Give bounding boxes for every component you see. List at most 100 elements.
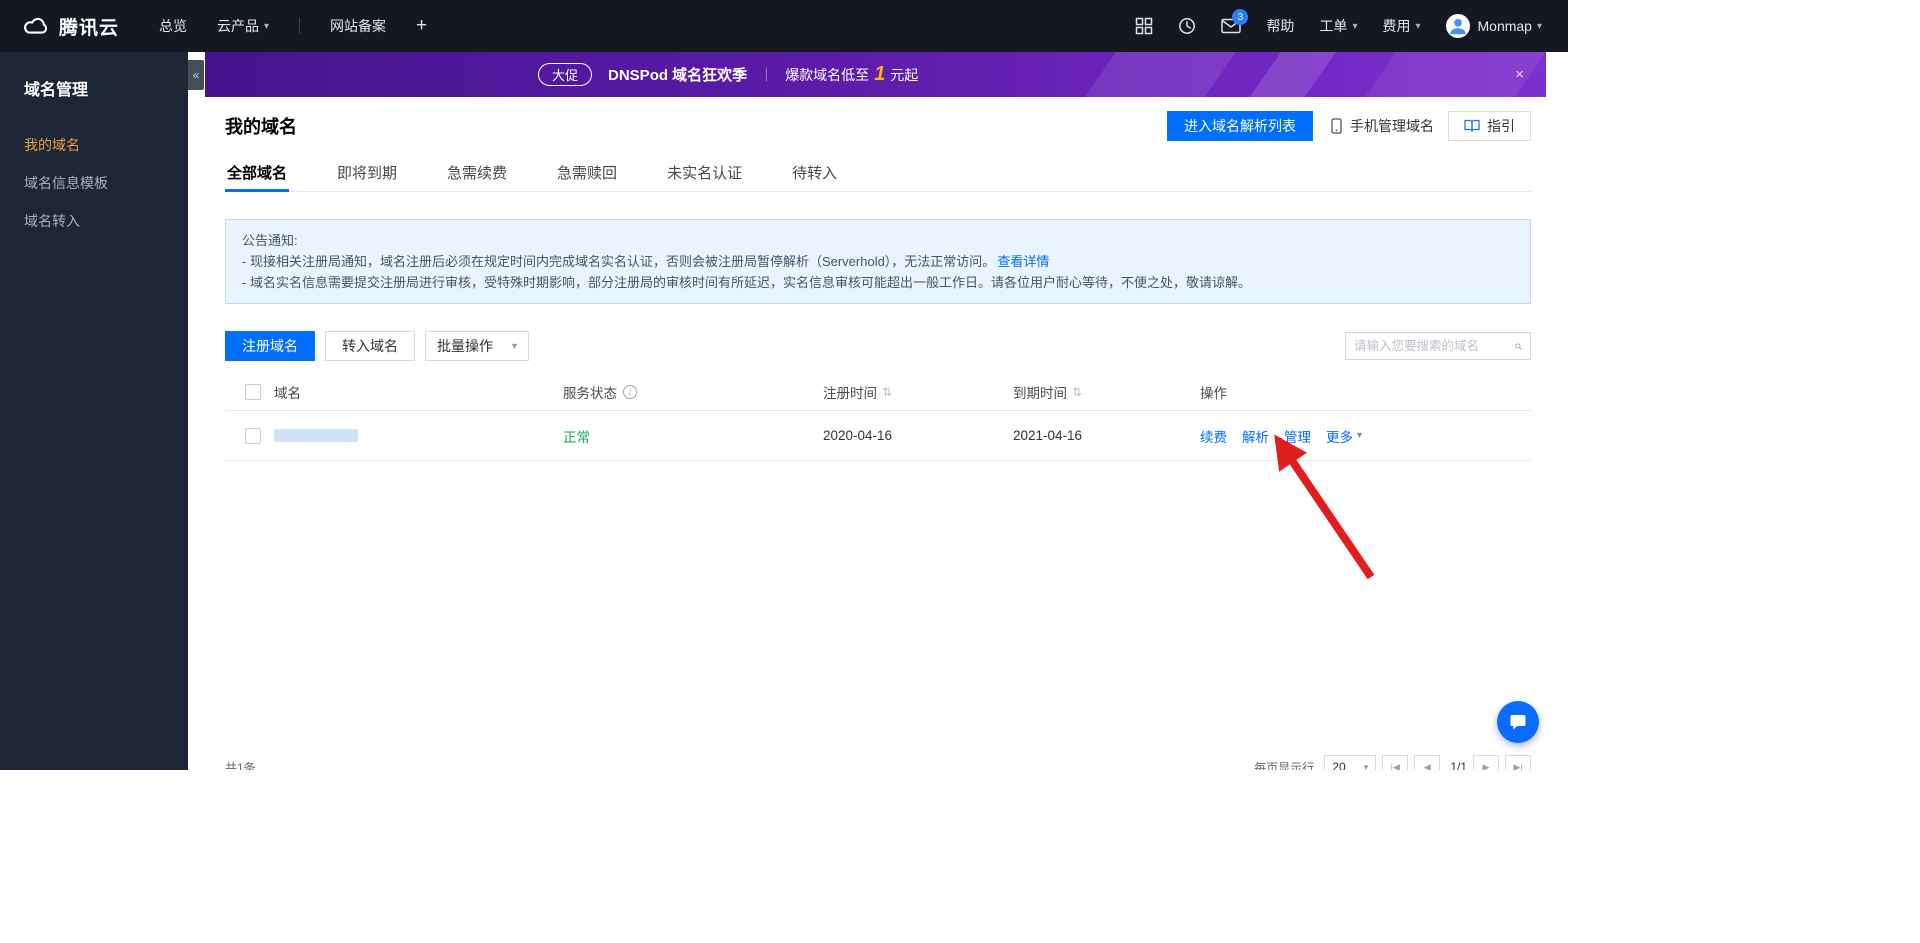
notice-title: 公告通知:: [242, 233, 298, 248]
banner-subtitle-suffix: 元起: [890, 66, 919, 83]
top-nav-menu: 总览 云产品 ▾ 网站备案 +: [159, 15, 451, 37]
per-page-value: 20: [1332, 760, 1346, 770]
chevron-down-icon: ▾: [1415, 20, 1421, 32]
banner-content[interactable]: 大促 DNSPod 域名狂欢季 ｜ 爆款域名低至 1 元起: [538, 52, 918, 97]
enter-dns-list-button[interactable]: 进入域名解析列表: [1167, 111, 1313, 141]
column-header-domain: 域名: [274, 386, 301, 401]
sidebar-title: 域名管理: [24, 82, 89, 99]
chevron-down-icon: ▾: [1352, 20, 1358, 32]
add-nav-tab-button[interactable]: +: [416, 15, 427, 37]
notice-line-2: - 域名实名信息需要提交注册局进行审核，受特殊时期影响，部分注册局的审核时间有所…: [242, 275, 1251, 290]
info-icon[interactable]: i: [623, 385, 637, 399]
nav-item-tickets[interactable]: 工单 ▾: [1319, 16, 1357, 36]
table-header-row: 域名 服务状态 i 注册时间 ⇅ 到期时间 ⇅ 操作: [225, 374, 1531, 411]
chat-bubble-icon: [1510, 715, 1526, 730]
batch-operations-label: 批量操作: [437, 338, 493, 354]
chevron-down-icon: ▾: [1363, 761, 1369, 771]
register-domain-button[interactable]: 注册域名: [225, 331, 315, 361]
more-label: 更多: [1326, 429, 1353, 445]
mobile-manage-label: 手机管理域名: [1350, 118, 1434, 134]
top-navbar: 腾讯云 总览 云产品 ▾ 网站备案 + 3 帮助 工单 ▾ 费用 ▾ Monma…: [0, 0, 1568, 52]
transfer-in-domain-button[interactable]: 转入域名: [325, 331, 415, 361]
tab-pending-transfer[interactable]: 待转入: [790, 154, 839, 191]
sidebar-item-my-domains[interactable]: 我的域名: [0, 126, 188, 164]
tab-unverified[interactable]: 未实名认证: [665, 154, 744, 191]
row-actions: 续费 解析 管理 更多 ▾: [1200, 426, 1531, 446]
sort-icon[interactable]: ⇅: [1072, 385, 1082, 399]
notice-line-1: - 现接相关注册局通知，域名注册后必须在规定时间内完成域名实名认证，否则会被注册…: [242, 251, 1514, 272]
promo-banner: 大促 DNSPod 域名狂欢季 ｜ 爆款域名低至 1 元起 ×: [205, 52, 1546, 97]
page-last-button[interactable]: ▶|: [1505, 755, 1531, 770]
page-prev-button[interactable]: ◀: [1414, 755, 1441, 770]
nav-item-billing[interactable]: 费用 ▾: [1382, 16, 1420, 36]
nav-item-billing-label: 费用: [1382, 18, 1411, 34]
brand-name: 腾讯云: [59, 17, 120, 39]
search-icon[interactable]: [1515, 339, 1522, 354]
sidebar-item-domain-transfer-in[interactable]: 域名转入: [0, 202, 188, 240]
resolve-dns-link[interactable]: 解析: [1242, 426, 1269, 446]
message-count-badge: 3: [1232, 9, 1249, 25]
view-details-link[interactable]: 查看详情: [997, 254, 1049, 269]
registered-date: 2020-04-16: [823, 428, 893, 443]
tab-urgent-renewal[interactable]: 急需续费: [445, 154, 509, 191]
phone-icon: [1331, 118, 1342, 134]
brand-home-link[interactable]: 腾讯云: [22, 13, 119, 40]
account-menu[interactable]: Monmap ▾: [1478, 18, 1543, 34]
domain-name-redacted[interactable]: [274, 429, 358, 442]
sort-icon[interactable]: ⇅: [882, 385, 892, 399]
notice-line-1-text: - 现接相关注册局通知，域名注册后必须在规定时间内完成域名实名认证，否则会被注册…: [242, 254, 996, 269]
page-first-button[interactable]: |◀: [1382, 755, 1409, 770]
header-actions: 进入域名解析列表 手机管理域名 指引: [1167, 111, 1531, 141]
tab-urgent-redemption[interactable]: 急需赎回: [555, 154, 619, 191]
nav-item-website-filing[interactable]: 网站备案: [330, 16, 386, 36]
guide-button[interactable]: 指引: [1448, 111, 1531, 141]
org-switch-icon[interactable]: [1135, 17, 1153, 35]
pagination-controls: 每页显示行 20 ▾ |◀ ◀ 1/1 ▶ ▶|: [1254, 755, 1531, 770]
sidebar-item-domain-info-template[interactable]: 域名信息模板: [0, 164, 188, 202]
select-all-checkbox[interactable]: [245, 384, 261, 400]
search-input[interactable]: [1354, 339, 1515, 353]
expire-date: 2021-04-16: [1013, 428, 1083, 443]
table-row: 正常 2020-04-16 2021-04-16 续费 解析 管理 更多 ▾: [225, 411, 1531, 461]
column-header-status: 服务状态 i: [563, 382, 823, 402]
page-indicator: 1/1: [1450, 760, 1467, 770]
sidebar: 域名管理 我的域名 域名信息模板 域名转入: [0, 52, 188, 770]
tencent-cloud-logo-icon: [22, 15, 50, 37]
nav-item-overview[interactable]: 总览: [159, 16, 187, 36]
tab-all-domains[interactable]: 全部域名: [225, 154, 290, 192]
column-header-actions: 操作: [1200, 386, 1227, 401]
banner-close-icon[interactable]: ×: [1515, 52, 1524, 97]
book-icon: [1464, 119, 1480, 132]
sidebar-collapse-button[interactable]: «: [188, 60, 204, 90]
nav-item-cloud-products[interactable]: 云产品 ▾: [217, 16, 269, 36]
total-count: 共1条: [225, 760, 256, 771]
banner-decoration: [1240, 52, 1345, 97]
chat-support-button[interactable]: [1497, 701, 1539, 743]
batch-operations-dropdown[interactable]: 批量操作 ▾: [425, 331, 529, 361]
renew-link[interactable]: 续费: [1200, 426, 1227, 446]
page-next-button[interactable]: ▶: [1473, 755, 1499, 770]
chevron-down-icon: ▾: [511, 340, 517, 352]
nav-item-tickets-label: 工单: [1319, 18, 1348, 34]
user-avatar[interactable]: [1445, 14, 1470, 38]
banner-title: DNSPod 域名狂欢季: [608, 67, 748, 84]
status-badge: 正常: [563, 429, 590, 445]
nav-item-cloud-products-label: 云产品: [217, 18, 260, 34]
messages-mail-icon[interactable]: 3: [1221, 9, 1249, 34]
tab-expiring-soon[interactable]: 即将到期: [335, 154, 399, 191]
column-header-registered-label: 注册时间: [823, 386, 877, 401]
mobile-manage-domains-link[interactable]: 手机管理域名: [1329, 116, 1434, 136]
column-header-registered: 注册时间 ⇅: [823, 382, 1013, 402]
nav-item-help[interactable]: 帮助: [1266, 16, 1294, 36]
chevron-down-icon: ▾: [264, 20, 270, 32]
row-checkbox[interactable]: [245, 427, 261, 444]
promo-badge: 大促: [538, 63, 593, 86]
top-nav-right: 3 帮助 工单 ▾ 费用 ▾ Monmap ▾: [1110, 9, 1568, 38]
manage-link[interactable]: 管理: [1284, 426, 1311, 446]
main-area: 大促 DNSPod 域名狂欢季 ｜ 爆款域名低至 1 元起 × 我的域名 进入域…: [188, 52, 1568, 770]
history-clock-icon[interactable]: [1178, 17, 1196, 35]
per-page-select[interactable]: 20 ▾: [1324, 755, 1377, 771]
column-header-expires: 到期时间 ⇅: [1013, 382, 1200, 402]
more-dropdown[interactable]: 更多 ▾: [1326, 426, 1362, 446]
column-header-expires-label: 到期时间: [1013, 386, 1067, 401]
